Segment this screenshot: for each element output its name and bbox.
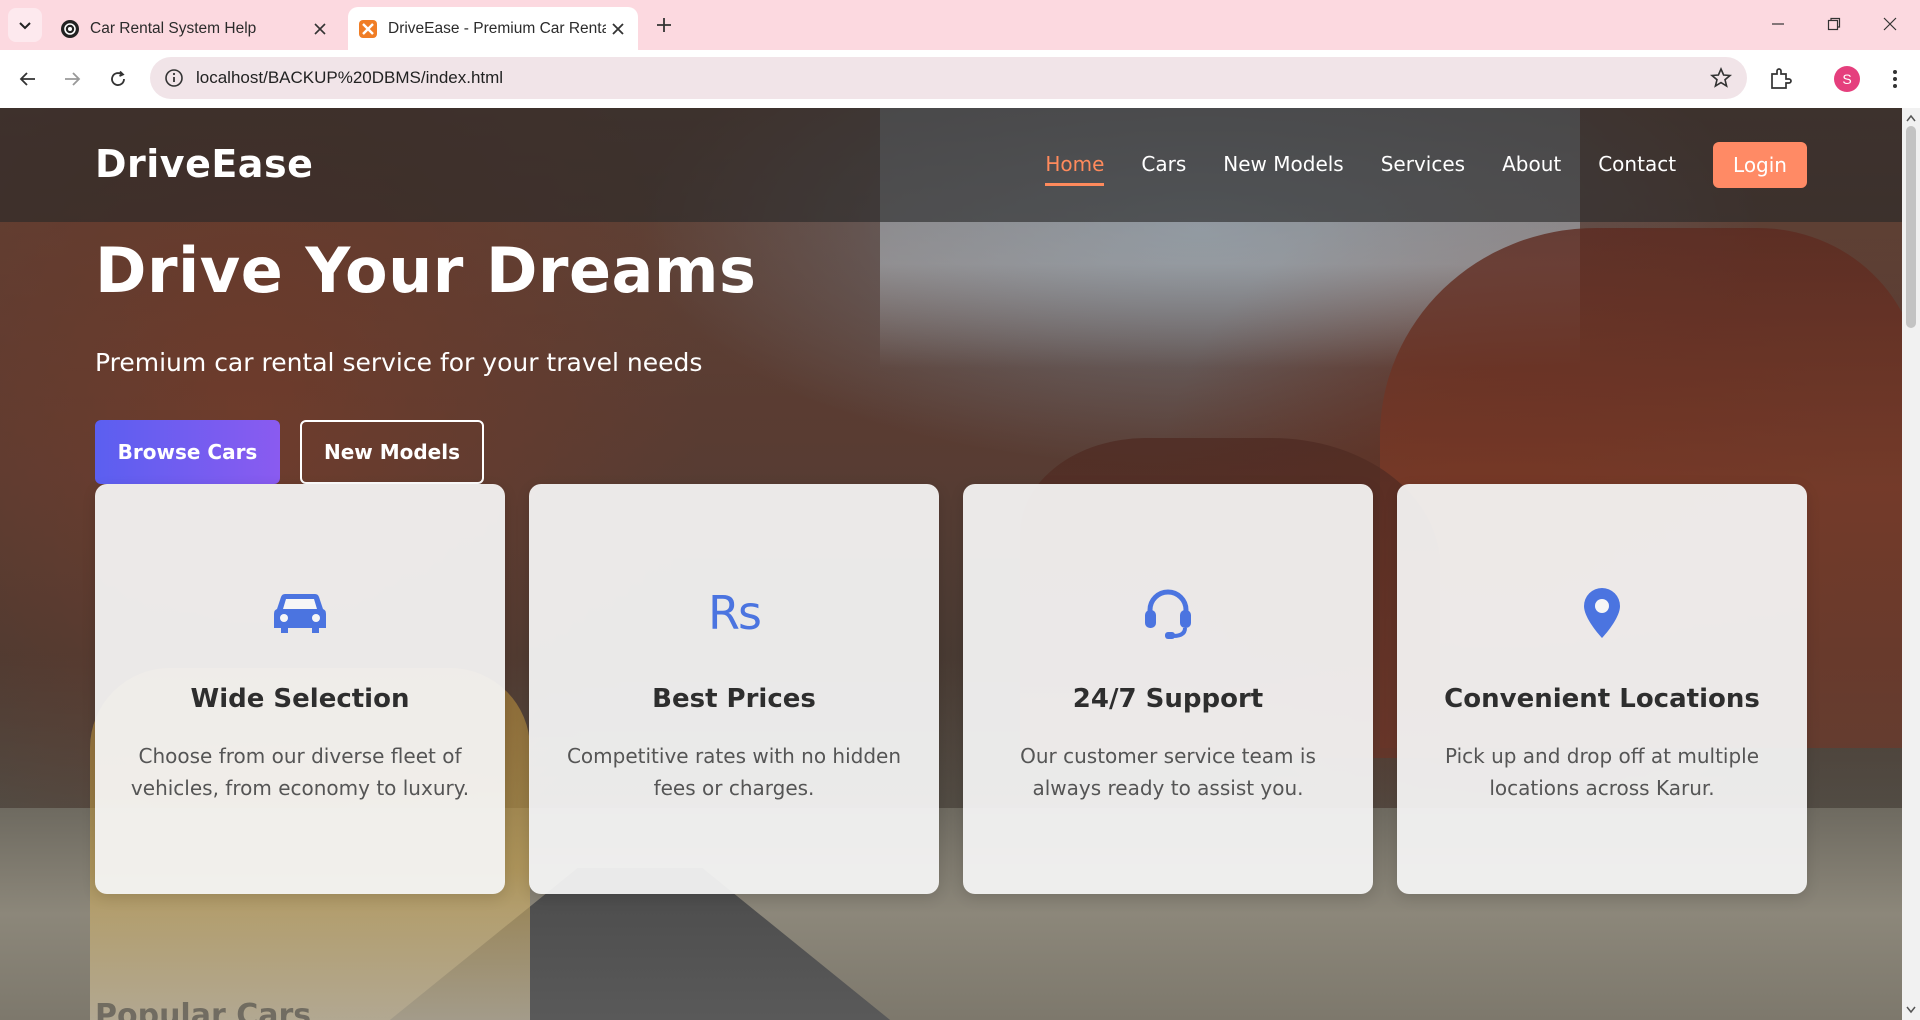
browser-tab-strip: Car Rental System Help DriveEase - Premi… [0,0,1920,50]
feature-description: Our customer service team is always read… [1020,744,1316,800]
nav-link-contact[interactable]: Contact [1598,152,1676,178]
browser-tab-help[interactable]: Car Rental System Help [50,7,340,50]
address-bar[interactable]: localhost/BACKUP%20DBMS/index.html [150,57,1747,99]
restore-icon [1827,17,1841,31]
rupee-icon: Rs [707,586,762,640]
feature-description: Choose from our diverse fleet of vehicle… [130,744,470,800]
scrollbar-thumb[interactable] [1906,126,1916,328]
page-scrollbar[interactable] [1902,108,1920,1020]
close-window-button[interactable] [1862,0,1918,48]
tab-title: Car Rental System Help [90,19,257,37]
feature-card-locations: Convenient Locations Pick up and drop of… [1397,484,1807,894]
profile-avatar[interactable]: S [1834,66,1860,92]
feature-title: Wide Selection [190,684,410,714]
scroll-down-arrow-icon[interactable] [1902,1002,1920,1018]
close-tab-icon[interactable] [606,17,630,41]
browser-menu-button[interactable] [1880,64,1910,94]
address-url[interactable]: localhost/BACKUP%20DBMS/index.html [196,68,503,88]
back-button[interactable] [10,61,46,97]
browse-cars-button[interactable]: Browse Cars [95,420,280,484]
minimize-icon [1772,23,1784,25]
new-models-button[interactable]: New Models [300,420,484,484]
site-header: DriveEase Home Cars New Models Services … [0,108,1902,222]
xampp-favicon-icon [359,19,377,38]
browser-toolbar: localhost/BACKUP%20DBMS/index.html S [0,50,1920,108]
feature-card-wide-selection: Wide Selection Choose from our diverse f… [95,484,505,894]
feature-card-best-prices: Rs Best Prices Competitive rates with no… [529,484,939,894]
page-viewport: DriveEase Home Cars New Models Services … [0,108,1902,1020]
feature-title: Convenient Locations [1444,684,1760,714]
minimize-window-button[interactable] [1750,0,1806,48]
tab-title: DriveEase - Premium Car Rental [388,19,606,37]
chevron-down-icon [19,22,31,30]
rupee-symbol: Rs [708,586,762,640]
nav-link-about[interactable]: About [1502,152,1561,178]
reload-button[interactable] [100,61,136,97]
feature-description: Pick up and drop off at multiple locatio… [1444,744,1760,800]
reload-icon [111,70,125,86]
new-tab-button[interactable] [650,11,678,39]
browser-tab-driveease[interactable]: DriveEase - Premium Car Rental [348,7,638,50]
login-button[interactable]: Login [1713,142,1807,188]
site-info-icon[interactable] [162,66,186,90]
close-icon [1883,17,1897,31]
forward-button[interactable] [54,61,90,97]
brand-logo[interactable]: DriveEase [95,142,313,186]
feature-title: 24/7 Support [1072,684,1264,714]
nav-link-home[interactable]: Home [1045,152,1105,186]
bookmark-star-icon[interactable] [1709,66,1733,90]
feature-description: Competitive rates with no hidden fees or… [566,744,902,800]
feature-title: Best Prices [652,684,816,714]
arrow-right-icon [65,72,81,86]
car-icon [273,586,327,640]
nav-link-services[interactable]: Services [1381,152,1465,178]
main-nav: Home Cars New Models Services About Cont… [1008,142,1807,188]
close-tab-icon[interactable] [308,17,332,41]
arrow-left-icon [19,72,35,86]
restore-window-button[interactable] [1806,0,1862,48]
nav-link-new-models[interactable]: New Models [1223,152,1343,178]
nav-link-cars[interactable]: Cars [1141,152,1186,178]
plus-icon [657,18,671,32]
map-pin-icon [1575,586,1629,640]
hero-title: Drive Your Dreams [95,234,757,307]
extensions-puzzle-icon[interactable] [1766,64,1796,94]
headset-icon [1141,586,1195,640]
openai-favicon-icon [61,19,79,38]
feature-card-support: 24/7 Support Our customer service team i… [963,484,1373,894]
hero-actions: Browse Cars New Models [95,420,484,484]
tab-search-button[interactable] [8,8,42,42]
popular-cars-heading: Popular Cars [95,998,312,1020]
more-vertical-icon [1893,70,1897,88]
scroll-up-arrow-icon[interactable] [1902,110,1920,126]
features-section: Wide Selection Choose from our diverse f… [95,484,1807,894]
hero-subtitle: Premium car rental service for your trav… [95,348,703,377]
